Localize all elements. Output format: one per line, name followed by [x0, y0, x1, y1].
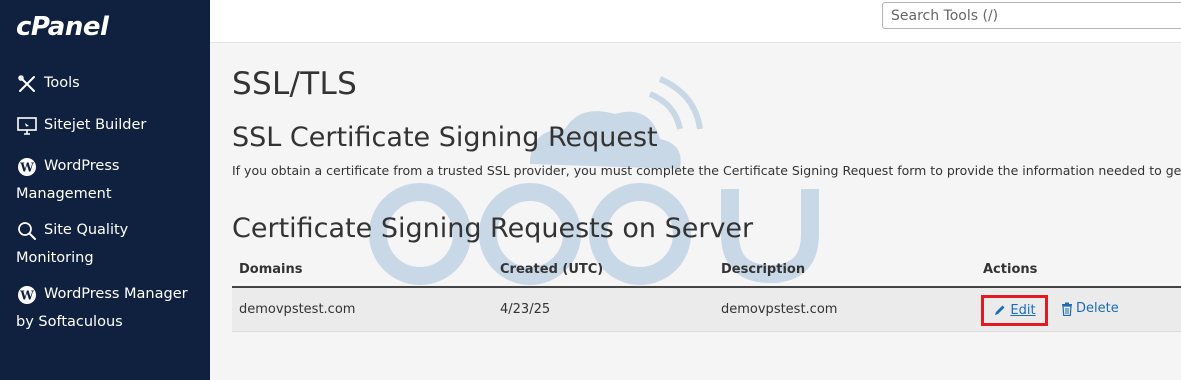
sidebar-item-wordpress-management[interactable]: W WordPress Management — [16, 153, 196, 208]
edit-highlight-box: Edit — [981, 295, 1048, 326]
edit-link[interactable]: Edit — [993, 303, 1036, 318]
tools-icon — [16, 73, 38, 95]
table-row: demovpstest.com 4/23/25 demovpstest.com … — [232, 288, 1181, 332]
section-description: If you obtain a certificate from a trust… — [232, 163, 1181, 178]
section2-title: Certificate Signing Requests on Server — [232, 213, 754, 244]
wordpress-icon: W — [16, 156, 38, 178]
sidebar: cPanel Tools Sitejet Builder W WordPress… — [0, 0, 210, 380]
table-header: Domains Created (UTC) Description Action… — [232, 256, 1181, 288]
cell-description: demovpstest.com — [721, 302, 838, 317]
wordpress-icon: W — [16, 284, 38, 306]
column-header-description[interactable]: Description — [721, 262, 805, 277]
sidebar-item-label: Tools — [44, 75, 80, 91]
trash-icon — [1061, 302, 1073, 316]
monitor-icon — [16, 115, 38, 137]
sidebar-item-label: WordPress Manager by Softaculous — [16, 286, 188, 330]
sidebar-item-label: Sitejet Builder — [44, 117, 147, 133]
edit-label: Edit — [1010, 303, 1036, 318]
column-header-created[interactable]: Created (UTC) — [500, 262, 603, 277]
csr-table: Domains Created (UTC) Description Action… — [232, 256, 1181, 332]
page-title: SSL/TLS — [232, 66, 358, 102]
svg-text:W: W — [19, 160, 34, 174]
search-input[interactable] — [882, 2, 1181, 29]
sidebar-item-site-quality[interactable]: Site Quality Monitoring — [16, 217, 166, 272]
magnifier-icon — [16, 220, 38, 242]
cell-domain: demovpstest.com — [239, 302, 356, 317]
pencil-icon — [993, 304, 1006, 317]
column-header-actions: Actions — [983, 262, 1038, 277]
delete-link[interactable]: Delete — [1061, 301, 1119, 316]
cpanel-logo[interactable]: cPanel — [16, 12, 109, 42]
section-title: SSL Certificate Signing Request — [232, 122, 658, 153]
column-header-domains[interactable]: Domains — [239, 262, 303, 277]
top-bar — [210, 0, 1181, 43]
delete-label: Delete — [1076, 301, 1119, 316]
cell-created: 4/23/25 — [500, 302, 551, 317]
main-content: SSL/TLS SSL Certificate Signing Request … — [210, 44, 1181, 380]
sidebar-item-tools[interactable]: Tools — [16, 70, 206, 98]
sidebar-item-wordpress-manager[interactable]: W WordPress Manager by Softaculous — [16, 281, 201, 336]
sidebar-item-sitejet[interactable]: Sitejet Builder — [16, 112, 206, 140]
svg-text:W: W — [19, 288, 34, 302]
